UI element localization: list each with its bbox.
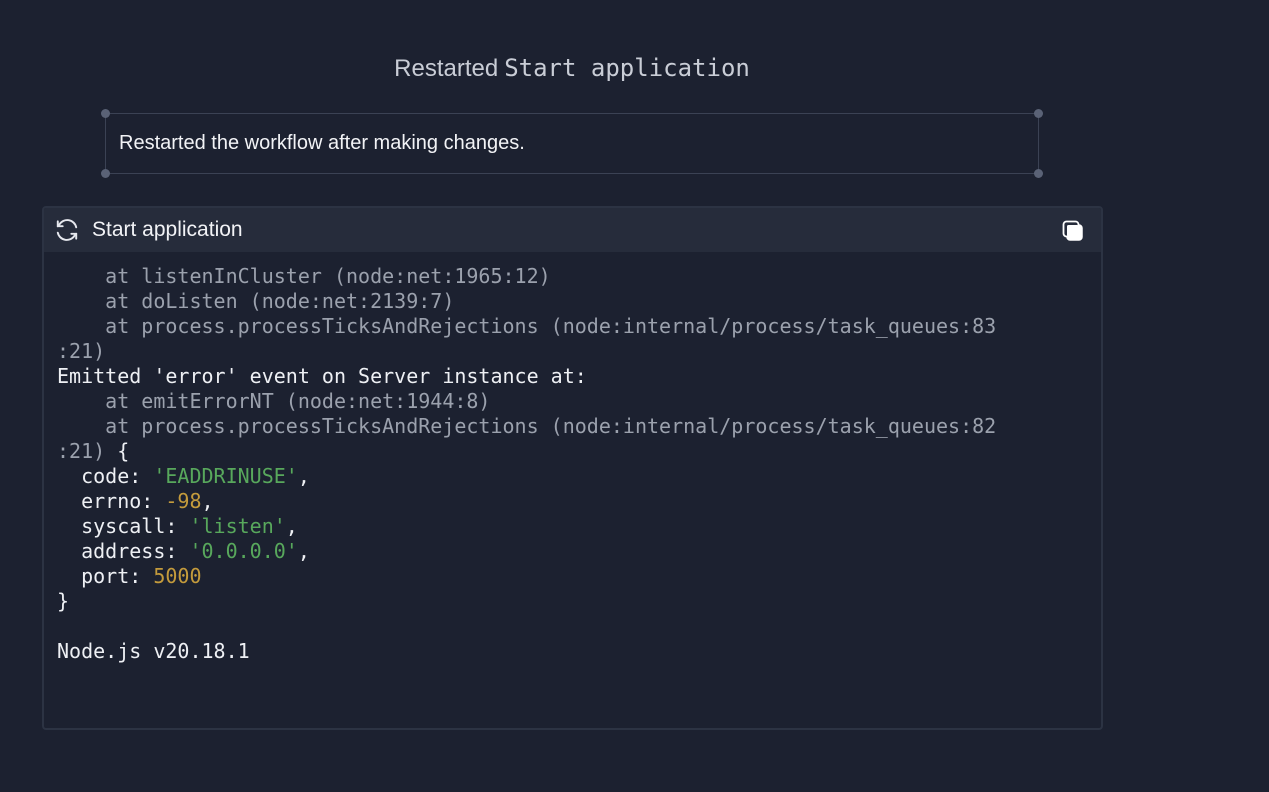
console-line: :21) bbox=[57, 339, 106, 363]
workflow-name: Start application bbox=[504, 54, 750, 82]
copy-icon[interactable] bbox=[1061, 219, 1085, 243]
port-key: port: bbox=[57, 564, 154, 588]
console-output: at listenInCluster (node:net:1965:12) at… bbox=[57, 264, 997, 663]
note-handle bbox=[1034, 109, 1043, 118]
console-panel-header: Start application bbox=[44, 208, 1101, 252]
console-line: at process.processTicksAndRejections (no… bbox=[57, 314, 997, 338]
console-panel: Start application at listenInCluster (no… bbox=[42, 206, 1103, 730]
address-value: '0.0.0.0' bbox=[189, 539, 298, 563]
port-value: 5000 bbox=[153, 564, 202, 588]
console-line: at emitErrorNT (node:net:1944:8) bbox=[57, 389, 491, 413]
console-brace: { bbox=[105, 439, 130, 463]
refresh-icon[interactable] bbox=[54, 217, 80, 243]
errno-key: errno: bbox=[57, 489, 166, 513]
note-box: Restarted the workflow after making chan… bbox=[101, 109, 1043, 178]
error-code-key: code: bbox=[57, 464, 154, 488]
note-handle bbox=[101, 169, 110, 178]
node-version: Node.js v20.18.1 bbox=[57, 639, 250, 663]
console-line: at process.processTicksAndRejections (no… bbox=[57, 414, 997, 438]
console-line: :21) bbox=[57, 439, 106, 463]
console-panel-title: Start application bbox=[92, 218, 243, 241]
action-label: Restarted bbox=[394, 55, 499, 82]
note-text: Restarted the workflow after making chan… bbox=[119, 132, 525, 154]
syscall-value: 'listen' bbox=[189, 514, 286, 538]
console-brace: } bbox=[57, 589, 70, 613]
note-handle bbox=[1034, 169, 1043, 178]
note-handle bbox=[101, 109, 110, 118]
page-title: Restarted Start application bbox=[0, 54, 1144, 83]
console-line: Emitted 'error' event on Server instance… bbox=[57, 364, 587, 388]
error-code-value: 'EADDRINUSE' bbox=[153, 464, 298, 488]
errno-value: -98 bbox=[165, 489, 202, 513]
syscall-key: syscall: bbox=[57, 514, 190, 538]
console-line: at doListen (node:net:2139:7) bbox=[57, 289, 455, 313]
console-line: at listenInCluster (node:net:1965:12) bbox=[57, 264, 551, 288]
address-key: address: bbox=[57, 539, 190, 563]
